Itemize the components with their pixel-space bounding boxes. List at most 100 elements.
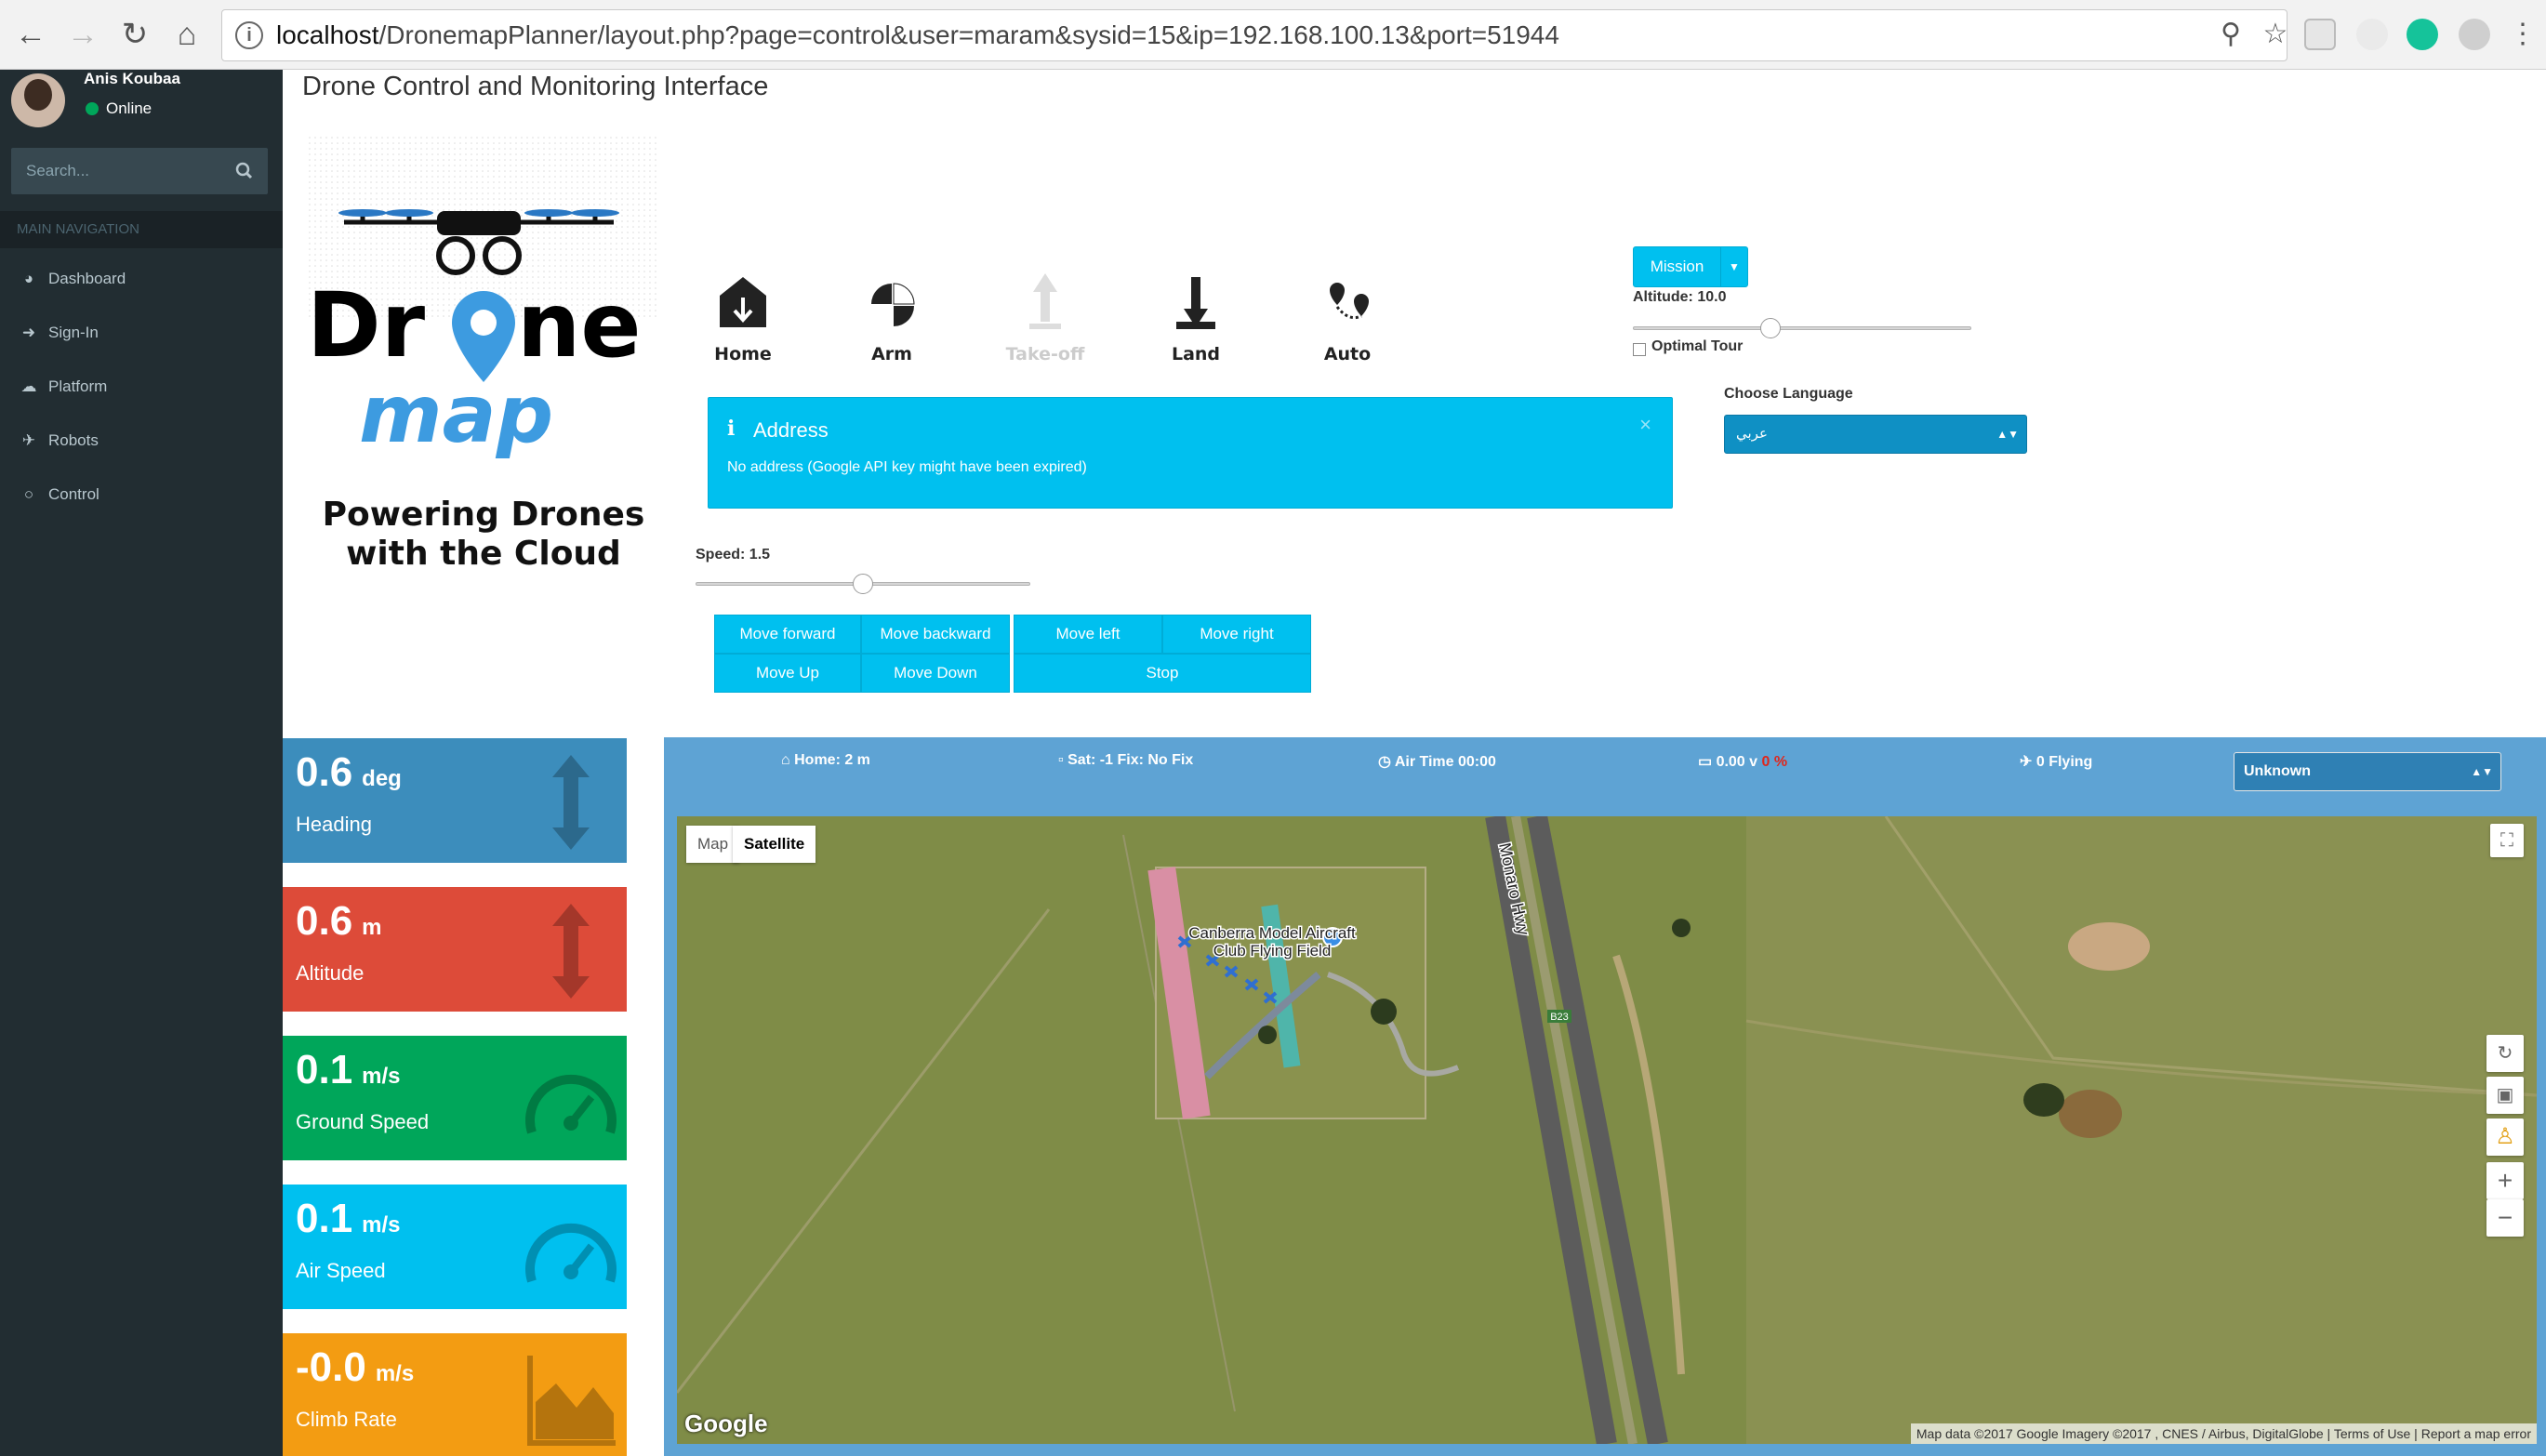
climb-rate-label: Climb Rate xyxy=(296,1408,397,1431)
svg-text:Powering Drones: Powering Drones xyxy=(323,496,645,534)
language-select[interactable]: عربي ▲▼ xyxy=(1724,415,2027,454)
zoom-in-icon[interactable]: + xyxy=(2486,1162,2524,1199)
address-bar[interactable]: i localhost/DronemapPlanner/layout.php?p… xyxy=(221,9,2287,61)
close-icon[interactable]: × xyxy=(1639,413,1651,437)
mission-button[interactable]: Mission ▼ xyxy=(1633,246,1748,287)
sidebar-item-robots[interactable]: ✈ Robots xyxy=(0,414,283,468)
user-status: Online xyxy=(106,99,152,117)
plane-icon: ✈ xyxy=(2020,754,2036,770)
reload-icon[interactable]: ↻ xyxy=(113,13,156,56)
arm-icon xyxy=(871,283,915,326)
satellite-map[interactable]: Canberra Model Aircraft Club Flying Fiel… xyxy=(677,816,2537,1444)
search-icon[interactable] xyxy=(231,157,259,185)
speed-label: Speed: 1.5 xyxy=(696,547,771,563)
heading-unit: deg xyxy=(362,766,402,791)
sidebar-item-sign-in[interactable]: ➜ Sign-In xyxy=(0,306,283,360)
auto-command-button[interactable]: Auto xyxy=(1296,260,1399,364)
mission-label: Mission xyxy=(1634,247,1721,286)
sidebar-item-dashboard[interactable]: ◕ Dashboard xyxy=(0,252,283,306)
tilt-icon[interactable]: ▣ xyxy=(2486,1077,2524,1114)
telemetry-value: -0.0 m/s xyxy=(296,1344,414,1391)
area-chart-icon xyxy=(527,1356,616,1446)
address-alert: i Address No address (Google API key mig… xyxy=(708,397,1673,509)
alert-message: No address (Google API key might have be… xyxy=(727,459,1087,475)
page-title: Drone Control and Monitoring Interface xyxy=(302,72,769,101)
sidebar-item-platform[interactable]: ☁ Platform xyxy=(0,360,283,414)
home-browser-icon[interactable]: ⌂ xyxy=(166,13,208,56)
altitude-slider[interactable] xyxy=(1633,318,1971,338)
land-command-button[interactable]: Land xyxy=(1145,260,1247,364)
caret-down-icon[interactable]: ▼ xyxy=(1721,247,1747,286)
speed-slider[interactable] xyxy=(696,574,1030,594)
altitude-label: Altitude: 10.0 xyxy=(1633,289,1727,305)
move-left-button[interactable]: Move left xyxy=(1014,615,1162,654)
signal-icon: ▫ xyxy=(1058,752,1068,768)
altitude-value: 0.6 xyxy=(296,898,353,944)
dronemap-logo: Dr ne map Powering Drones with the Cloud xyxy=(307,135,660,581)
sidebar-item-control[interactable]: ○ Control xyxy=(0,468,283,522)
move-down-button[interactable]: Move Down xyxy=(861,654,1010,693)
main-content: Drone Control and Monitoring Interface D… xyxy=(283,70,2546,1456)
zoom-icon[interactable]: ⚲ xyxy=(2212,16,2249,53)
terms-link[interactable]: Terms of Use xyxy=(2334,1426,2410,1441)
takeoff-command-button[interactable]: Take-off xyxy=(994,260,1096,364)
sidebar-item-label: Control xyxy=(48,485,99,503)
profile-icon[interactable] xyxy=(2459,19,2490,50)
arrows-v-icon xyxy=(552,904,590,999)
map-attribution: Map data ©2017 Google Imagery ©2017 , CN… xyxy=(1910,1423,2537,1444)
air-speed-label: Air Speed xyxy=(296,1259,386,1282)
forward-icon[interactable]: → xyxy=(61,13,104,56)
takeoff-icon xyxy=(1029,273,1061,329)
altitude-box-label: Altitude xyxy=(296,961,365,985)
move-backward-button[interactable]: Move backward xyxy=(861,615,1010,654)
fullscreen-icon[interactable]: ⛶ xyxy=(2490,824,2524,857)
bookmark-star-icon[interactable]: ☆ xyxy=(2257,16,2287,53)
rotate-icon[interactable]: ↻ xyxy=(2486,1035,2524,1072)
heading-value: 0.6 xyxy=(296,749,353,795)
extension-icon[interactable] xyxy=(2304,19,2336,50)
sidebar-item-label: Sign-In xyxy=(48,324,99,341)
attribution-text: Map data ©2017 Google Imagery ©2017 , CN… xyxy=(1916,1426,2324,1441)
grammarly-icon[interactable] xyxy=(2407,19,2438,50)
command-label: Take-off xyxy=(1005,344,1085,364)
land-icon xyxy=(1176,277,1215,329)
select-arrows-icon: ▲▼ xyxy=(1996,428,2019,441)
move-right-button[interactable]: Move right xyxy=(1162,615,1311,654)
battery-voltage: 0.00 v xyxy=(1716,754,1758,770)
route-icon xyxy=(1330,283,1369,320)
clock-icon: ◷ xyxy=(1378,754,1395,770)
map-type-satellite-button[interactable]: Satellite xyxy=(733,826,816,863)
home-distance-text: Home: 2 m xyxy=(794,752,870,768)
info-icon[interactable]: i xyxy=(235,21,263,49)
back-icon[interactable]: ← xyxy=(9,13,52,56)
battery-icon: ▭ xyxy=(1698,754,1717,770)
speed-slider-thumb[interactable] xyxy=(853,574,873,594)
search-input[interactable] xyxy=(11,148,225,194)
zoom-out-icon[interactable]: − xyxy=(2486,1199,2524,1237)
stop-button[interactable]: Stop xyxy=(1014,654,1311,693)
battery-status: ▭ 0.00 v 0 % xyxy=(1698,752,1787,771)
pegman-icon[interactable]: ♙ xyxy=(2486,1118,2524,1156)
air-speed-unit: m/s xyxy=(362,1212,401,1238)
url-host: localhost xyxy=(276,20,379,49)
battery-percent: 0 % xyxy=(1761,754,1788,770)
satellite-status: ▫ Sat: -1 Fix: No Fix xyxy=(1058,752,1193,769)
home-command-button[interactable]: Home xyxy=(692,260,794,364)
optimal-tour-checkbox[interactable] xyxy=(1633,343,1646,356)
arm-command-button[interactable]: Arm xyxy=(841,260,943,364)
altitude-slider-thumb[interactable] xyxy=(1760,318,1781,338)
move-up-button[interactable]: Move Up xyxy=(714,654,861,693)
ground-speed-value: 0.1 xyxy=(296,1047,353,1092)
flying-count-text: 0 Flying xyxy=(2035,754,2093,770)
telemetry-value: 0.1 m/s xyxy=(296,1196,401,1242)
gamepad-icon: ○ xyxy=(23,485,34,503)
menu-icon[interactable]: ⋮ xyxy=(2501,13,2544,56)
map-type-map-button[interactable]: Map xyxy=(686,826,740,863)
svg-text:Dr: Dr xyxy=(307,273,426,377)
flight-mode-select[interactable]: Unknown ▲▼ xyxy=(2234,752,2501,791)
report-error-link[interactable]: Report a map error xyxy=(2421,1426,2531,1441)
move-forward-button[interactable]: Move forward xyxy=(714,615,861,654)
avatar xyxy=(11,73,65,127)
satellite-imagery: Canberra Model Aircraft Club Flying Fiel… xyxy=(677,816,2537,1444)
dropbox-icon[interactable] xyxy=(2356,19,2388,50)
